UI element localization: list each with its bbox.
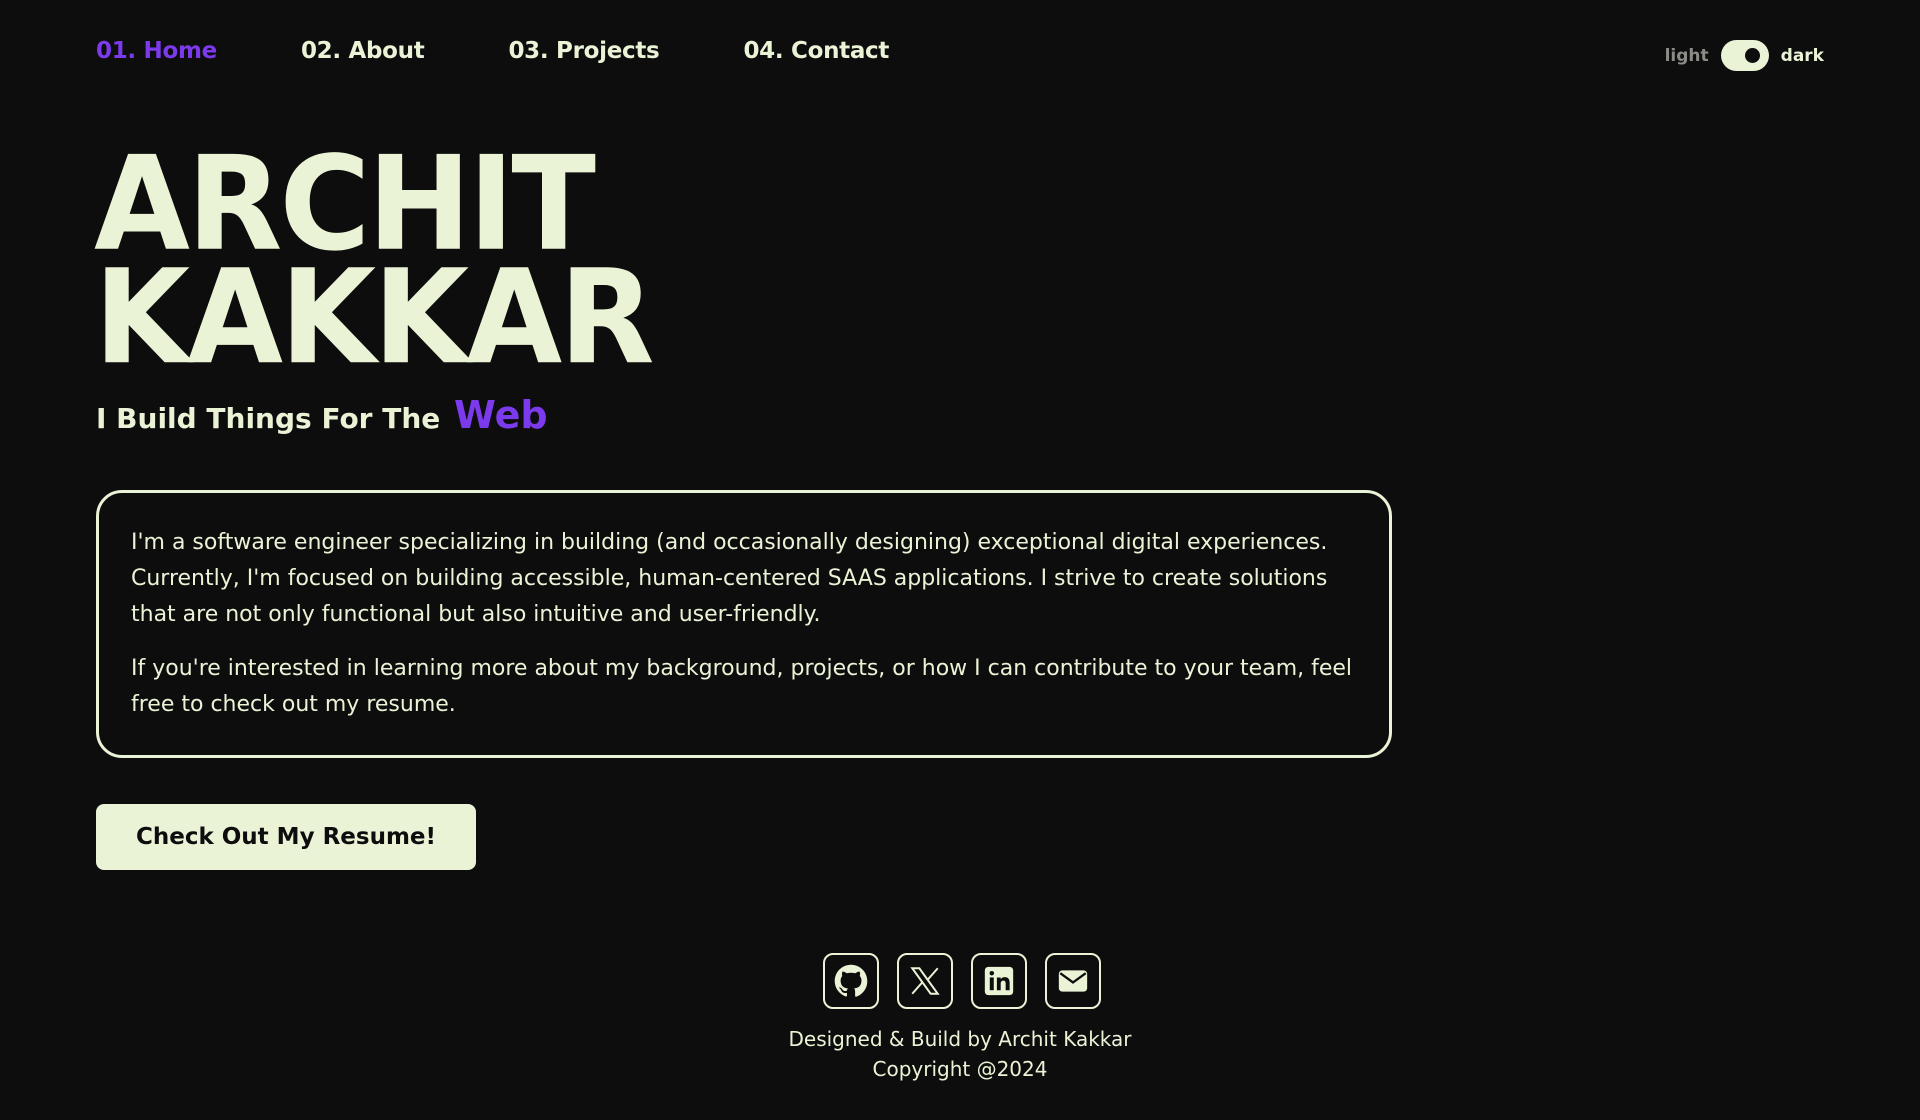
theme-toggle[interactable] [1720, 40, 1769, 71]
footer-copyright: Copyright @2024 [872, 1057, 1048, 1081]
theme-switch: light dark [1665, 40, 1824, 71]
nav-item-contact[interactable]: 04. Contact [743, 38, 889, 64]
mail-icon [1058, 970, 1088, 992]
bio-paragraph-1: I'm a software engineer specializing in … [131, 530, 1328, 627]
mail-link[interactable] [1045, 953, 1101, 1009]
github-link[interactable] [823, 953, 879, 1009]
hero-name-last: KAKKAR [94, 242, 655, 394]
tagline: I Build Things For The Web [96, 393, 548, 437]
main-nav: 01. Home 02. About 03. Projects 04. Cont… [96, 38, 973, 64]
footer-credit: Designed & Build by Archit Kakkar [788, 1027, 1132, 1051]
hero-name: ARCHIT KAKKAR [94, 140, 655, 394]
social-links [823, 953, 1101, 1009]
toggle-knob [1744, 48, 1760, 63]
tagline-accent: Web [454, 393, 548, 437]
theme-dark-label: dark [1780, 45, 1824, 66]
bio-paragraph-2: If you're interested in learning more ab… [131, 656, 1353, 717]
resume-button[interactable]: Check Out My Resume! [96, 804, 476, 870]
linkedin-icon [984, 966, 1014, 996]
nav-item-about[interactable]: 02. About [301, 38, 425, 64]
bio-card: I'm a software engineer specializing in … [96, 490, 1392, 758]
linkedin-link[interactable] [971, 953, 1027, 1009]
theme-light-label: light [1664, 45, 1709, 66]
x-link[interactable] [897, 953, 953, 1009]
nav-item-home[interactable]: 01. Home [96, 38, 217, 64]
x-icon [910, 967, 940, 995]
github-icon [834, 964, 868, 997]
nav-item-projects[interactable]: 03. Projects [508, 38, 659, 64]
tagline-prefix: I Build Things For The [96, 402, 441, 435]
footer: Designed & Build by Archit Kakkar Copyri… [0, 1024, 1920, 1084]
